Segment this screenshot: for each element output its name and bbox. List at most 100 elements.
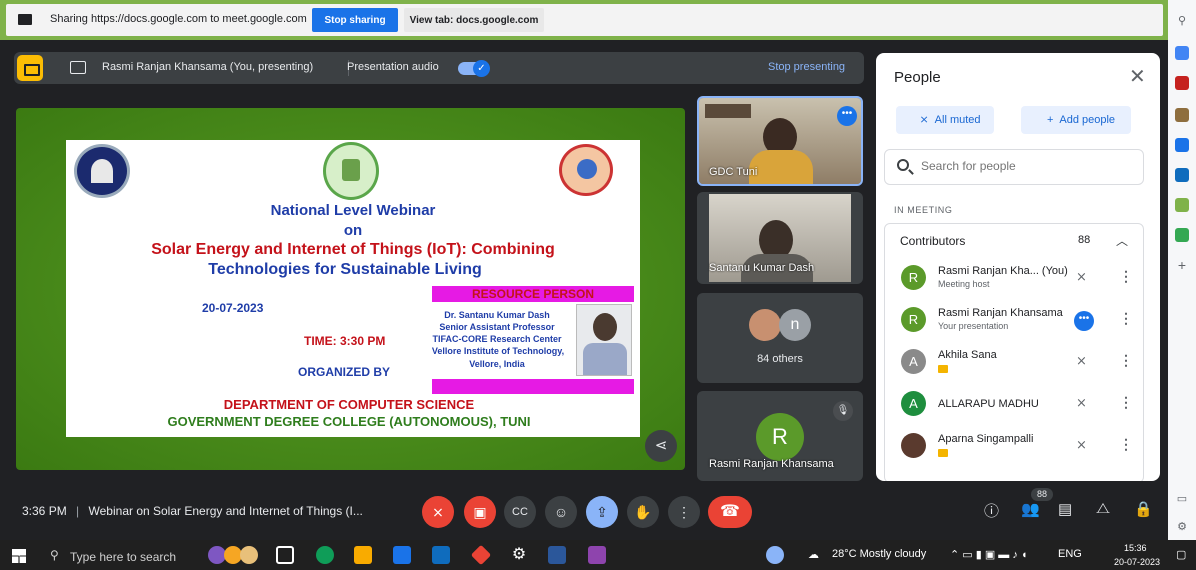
participant-tile-santanu[interactable]: Santanu Kumar Dash <box>697 192 863 284</box>
mic-off-icon[interactable]: ⨯ <box>1076 269 1087 285</box>
photo-body <box>583 343 627 375</box>
weather-icon[interactable]: ☁ <box>808 548 819 561</box>
notification-icon[interactable]: ▢ <box>1176 548 1186 561</box>
add-people-button[interactable]: + Add people <box>1021 106 1131 134</box>
all-muted-button[interactable]: ⨯ All muted <box>896 106 994 134</box>
participant-tile-others[interactable]: n 84 others <box>697 293 863 383</box>
mic-off-icon[interactable]: ⨯ <box>1076 395 1087 411</box>
search-icon <box>897 159 909 171</box>
all-muted-label: All muted <box>934 114 981 126</box>
search-icon: ⚲ <box>50 548 59 562</box>
task-view-icon[interactable] <box>276 546 294 564</box>
language-indicator[interactable]: ENG <box>1058 548 1082 560</box>
presentation-audio-label: Presentation audio <box>347 61 439 73</box>
app-icon[interactable] <box>240 546 258 564</box>
stop-presenting-button[interactable]: Stop presenting <box>768 61 845 73</box>
view-tab-button[interactable]: View tab: docs.google.com <box>404 8 544 32</box>
send-icon[interactable] <box>1175 198 1189 212</box>
taskbar-search[interactable]: ⚲ Type here to search <box>40 544 200 566</box>
captions-button[interactable]: CC <box>504 496 536 528</box>
person-icon[interactable] <box>1175 108 1189 122</box>
others-avatar-1 <box>749 309 781 341</box>
add-icon[interactable]: + <box>1175 258 1189 272</box>
rp-place: Vellore, India <box>469 359 525 369</box>
more-options-button[interactable]: ⋮ <box>668 496 700 528</box>
mic-off-icon[interactable]: ⨯ <box>1076 437 1087 453</box>
leave-call-button[interactable]: ☎ <box>708 496 752 528</box>
outlook-icon[interactable] <box>1175 168 1189 182</box>
sharing-text: Sharing https://docs.google.com to meet.… <box>50 13 307 25</box>
more-vert-icon[interactable]: ⋮ <box>1119 394 1133 411</box>
list-item[interactable]: Aparna Singampalli ⨯ ⋮ <box>893 426 1145 468</box>
mic-off-icon[interactable]: ⨯ <box>1076 353 1087 369</box>
present-button[interactable]: ⇪ <box>586 496 618 528</box>
participant-name: Rasmi Ranjan Khansama <box>938 307 1063 319</box>
rp-institute: Vellore Institute of Technology, <box>431 346 565 356</box>
more-vert-icon[interactable]: ⋮ <box>1119 352 1133 369</box>
chevron-up-icon[interactable]: ︿ <box>1116 232 1128 249</box>
toolbox-icon[interactable] <box>1175 76 1189 90</box>
avatar: R <box>901 265 926 290</box>
file-explorer-icon[interactable] <box>354 546 372 564</box>
browser-side-panel: ⚲ + ▭ ⚙ <box>1168 0 1196 540</box>
windows-start-icon[interactable] <box>12 549 26 563</box>
slide-college: GOVERNMENT DEGREE COLLEGE (AUTONOMOUS), … <box>167 414 531 429</box>
more-vert-icon[interactable]: ⋮ <box>1119 310 1133 327</box>
mic-off-button[interactable]: ⨯ <box>422 496 454 528</box>
meeting-info: 3:36 PM | Webinar on Solar Energy and In… <box>22 504 363 518</box>
store-icon[interactable] <box>393 546 411 564</box>
more-options-icon[interactable]: ••• <box>837 106 857 126</box>
tile-person-body <box>749 150 813 184</box>
camera-off-button[interactable]: ▣ <box>464 496 496 528</box>
taskbar-time[interactable]: 15:36 <box>1124 543 1147 553</box>
list-item[interactable]: A ALLARAPU MADHU ⨯ ⋮ <box>893 384 1145 426</box>
people-search[interactable] <box>884 149 1144 185</box>
raise-hand-button[interactable]: ✋ <box>627 496 659 528</box>
word-icon[interactable] <box>548 546 566 564</box>
list-item[interactable]: R Rasmi Ranjan Khansama Your presentatio… <box>893 300 1145 342</box>
emoji-button[interactable]: ☺ <box>545 496 577 528</box>
more-vert-icon[interactable]: ⋮ <box>1119 436 1133 453</box>
share-icon[interactable]: ⋖ <box>645 430 677 462</box>
contributors-section: Contributors 88 ︿ R Rasmi Ranjan Kha... … <box>884 223 1144 481</box>
search-icon[interactable]: ⚲ <box>1175 14 1189 28</box>
people-icon[interactable]: 👥 <box>1021 500 1040 518</box>
settings-icon[interactable]: ⚙ <box>510 546 528 564</box>
sidebar-icon[interactable]: ▭ <box>1175 492 1189 506</box>
settings-icon[interactable]: ⚙ <box>1175 520 1189 534</box>
help-icon[interactable] <box>766 546 784 564</box>
tile-window-icon <box>705 104 751 118</box>
badge-icon <box>938 449 948 457</box>
app-icon[interactable] <box>470 544 492 566</box>
office-icon[interactable] <box>1175 138 1189 152</box>
taskbar-date[interactable]: 20-07-2023 <box>1114 557 1160 567</box>
bookmark-icon[interactable] <box>1175 46 1189 60</box>
activities-icon[interactable]: ⧍ <box>1096 500 1110 517</box>
list-item[interactable]: A Akhila Sana ⨯ ⋮ <box>893 342 1145 384</box>
presenting-bar: Rasmi Ranjan Khansama (You, presenting) … <box>14 52 864 84</box>
info-icon[interactable]: ⓘ <box>984 500 999 521</box>
participant-tile-self[interactable]: R 🎙 Rasmi Ranjan Khansama <box>697 391 863 481</box>
pin-off-icon[interactable] <box>17 55 43 81</box>
more-vert-icon[interactable]: ⋮ <box>1119 268 1133 285</box>
search-input[interactable] <box>921 159 1131 173</box>
stop-sharing-button[interactable]: Stop sharing <box>312 8 398 32</box>
mail-icon[interactable] <box>432 546 450 564</box>
tray-icons[interactable]: ⌃ ▭ ▮ ▣ ▬ ♪ ◖ <box>950 548 1028 561</box>
list-item[interactable]: R Rasmi Ranjan Kha... (You) Meeting host… <box>893 258 1145 300</box>
close-icon[interactable]: ✕ <box>1129 66 1146 88</box>
others-avatar-2: n <box>779 309 811 341</box>
others-count: 84 others <box>757 353 803 365</box>
taskbar-search-text: Type here to search <box>70 550 177 564</box>
app-icon[interactable] <box>588 546 606 564</box>
rp-title: Senior Assistant Professor <box>439 322 555 332</box>
more-options-icon[interactable]: ••• <box>1074 311 1094 331</box>
edge-icon[interactable] <box>316 546 334 564</box>
host-controls-icon[interactable]: 🔒 <box>1134 500 1153 518</box>
presentation-audio-toggle[interactable]: ✓ <box>458 60 490 77</box>
tile-name: Rasmi Ranjan Khansama <box>709 458 834 470</box>
participant-tile-gdc[interactable]: ••• GDC Tuni <box>697 96 863 186</box>
chat-icon[interactable]: ▤ <box>1058 500 1072 518</box>
tree-icon[interactable] <box>1175 228 1189 242</box>
weather-text[interactable]: 28°C Mostly cloudy <box>832 548 926 560</box>
